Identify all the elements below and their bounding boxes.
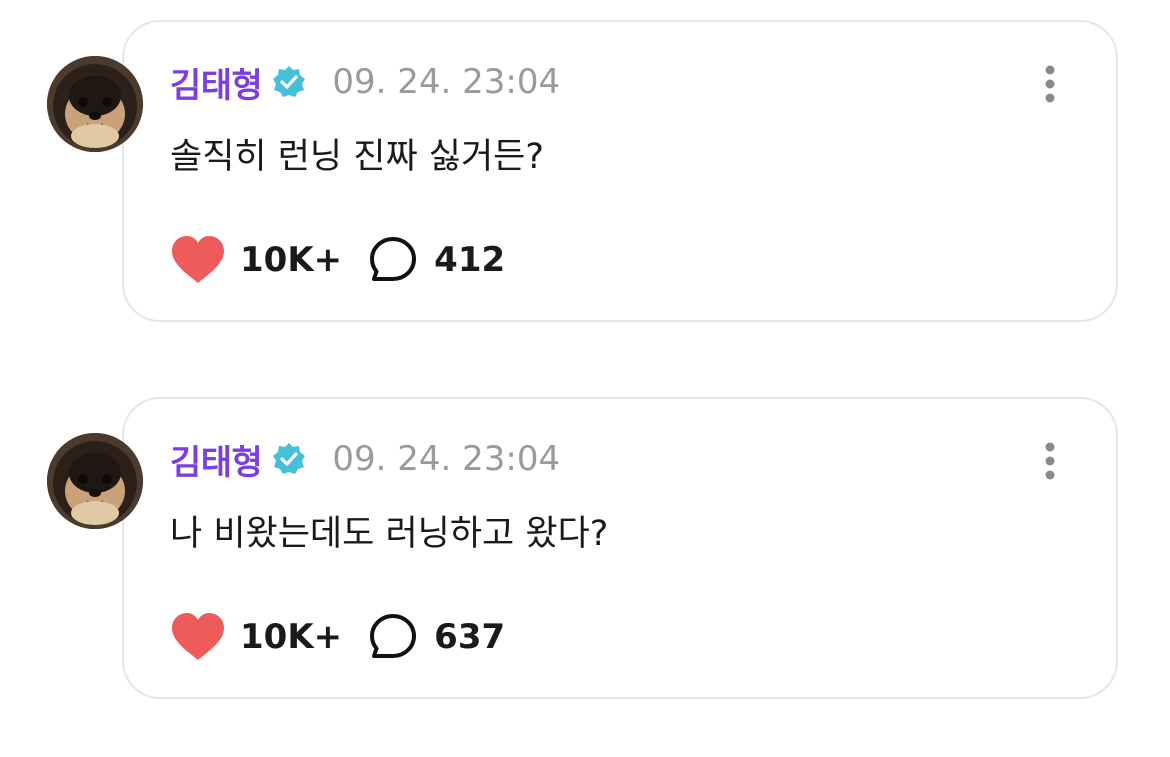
heart-icon[interactable]: [170, 612, 226, 662]
post-header: 김태형 09. 24. 23:04: [170, 58, 561, 107]
post-actions: 10K+ 412: [170, 234, 505, 286]
more-options-icon[interactable]: [1036, 439, 1064, 483]
like-count: 10K+: [240, 240, 343, 280]
author-name[interactable]: 김태형: [170, 58, 263, 107]
comment-bubble-icon[interactable]: [368, 612, 418, 662]
author-name[interactable]: 김태형: [170, 435, 263, 484]
comment-bubble-icon[interactable]: [368, 235, 418, 285]
post-header: 김태형 09. 24. 23:04: [170, 435, 561, 484]
comment-count: 412: [434, 240, 506, 280]
post-text: 나 비왔는데도 러닝하고 왔다?: [170, 514, 609, 554]
comment-count: 637: [434, 617, 506, 657]
post-item[interactable]: 김태형 09. 24. 23:04 나 비왔는데도 러닝하고 왔다? 10K+: [0, 397, 1170, 702]
avatar[interactable]: [47, 433, 143, 529]
verified-badge-icon: [272, 65, 306, 99]
post-actions: 10K+ 637: [170, 611, 505, 663]
timestamp: 09. 24. 23:04: [332, 439, 561, 479]
timestamp: 09. 24. 23:04: [332, 62, 561, 102]
verified-badge-icon: [272, 442, 306, 476]
more-options-icon[interactable]: [1036, 62, 1064, 106]
like-count: 10K+: [240, 617, 343, 657]
post-text: 솔직히 런닝 진짜 싫거든?: [170, 137, 544, 177]
heart-icon[interactable]: [170, 235, 226, 285]
post-item[interactable]: 김태형 09. 24. 23:04 솔직히 런닝 진짜 싫거든? 10K+ 41…: [0, 20, 1170, 325]
avatar[interactable]: [47, 56, 143, 152]
